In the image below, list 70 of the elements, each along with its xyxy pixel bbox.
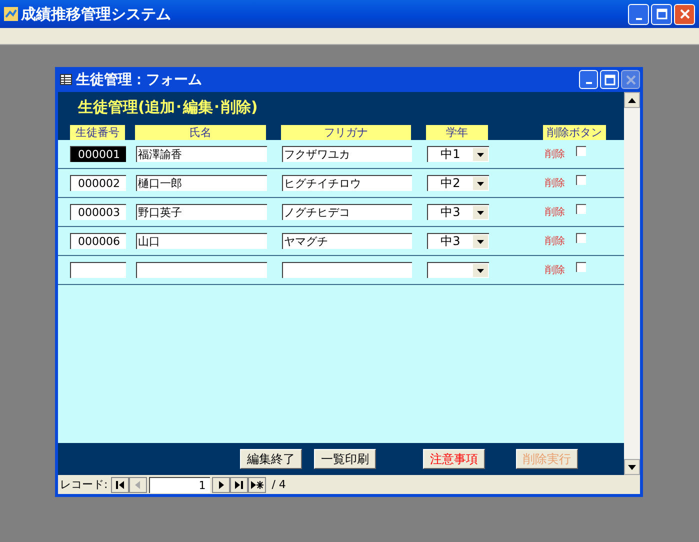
arrow-icon xyxy=(250,480,264,490)
column-header: 学年 xyxy=(426,125,488,140)
grade-dropdown[interactable]: 中1 xyxy=(427,146,489,162)
grade-dropdown[interactable]: 中3 xyxy=(427,204,489,220)
close-icon xyxy=(678,8,690,20)
form-heading: 生徒管理(追加･編集･削除) xyxy=(76,98,259,118)
last-record-button[interactable] xyxy=(230,476,248,492)
delete-label: 削除 xyxy=(545,206,565,219)
column-header: フリガナ xyxy=(281,125,411,140)
down-arrow-icon xyxy=(628,464,636,470)
minimize-icon xyxy=(586,82,592,84)
name-field[interactable]: 山口 xyxy=(136,233,267,249)
id-field[interactable]: 000006 xyxy=(70,233,126,249)
delete-checkbox[interactable] xyxy=(576,204,586,214)
caret-icon xyxy=(477,152,484,156)
scroll-down-button[interactable] xyxy=(624,459,640,475)
delete-label: 削除 xyxy=(545,176,565,190)
grade-dropdown[interactable]: 中2 xyxy=(427,175,489,191)
column-header: 氏名 xyxy=(135,125,266,140)
minimize-button[interactable] xyxy=(628,4,649,24)
maximize-button[interactable] xyxy=(651,4,672,24)
caret-icon xyxy=(477,240,484,244)
record-number-field[interactable]: 1 xyxy=(148,476,210,492)
id-field[interactable]: 000002 xyxy=(70,175,126,191)
maximize-icon xyxy=(656,8,668,20)
scroll-up-button[interactable] xyxy=(624,92,640,108)
caret-icon xyxy=(477,210,484,214)
name-field[interactable] xyxy=(136,262,267,278)
new-record-button[interactable] xyxy=(248,476,266,492)
column-header: 生徒番号 xyxy=(70,125,125,140)
grade-dropdown[interactable] xyxy=(427,262,489,278)
maximize-icon xyxy=(604,74,616,86)
caret-icon xyxy=(477,182,484,186)
caret-icon xyxy=(477,268,484,272)
form-icon xyxy=(60,74,72,85)
form-button[interactable]: 一覧印刷 xyxy=(314,449,376,469)
id-field[interactable]: 000003 xyxy=(70,204,126,220)
id-field[interactable]: 000001 xyxy=(70,146,126,162)
window-title: 生徒管理：フォーム xyxy=(76,70,202,88)
column-header: 削除ボタン xyxy=(543,125,606,140)
name-field[interactable]: 野口英子 xyxy=(136,204,267,220)
kana-field[interactable]: フクザワユカ xyxy=(282,146,412,162)
delete-checkbox[interactable] xyxy=(576,233,586,243)
grade-dropdown[interactable]: 中3 xyxy=(427,233,489,249)
record-label: レコード: xyxy=(60,477,108,492)
next-record-button[interactable] xyxy=(212,476,230,492)
kana-field[interactable] xyxy=(282,262,412,278)
delete-label: 削除 xyxy=(545,148,565,161)
name-field[interactable]: 福澤諭香 xyxy=(136,146,267,162)
delete-checkbox[interactable] xyxy=(576,175,586,185)
first-record-button[interactable] xyxy=(110,476,129,492)
app-icon xyxy=(4,7,18,21)
delete-label: 削除 xyxy=(545,264,565,277)
kana-field[interactable]: ヒグチイチロウ xyxy=(282,175,412,191)
form-button[interactable]: 編集終了 xyxy=(240,449,302,469)
minimize-icon xyxy=(636,18,642,20)
maximize-button[interactable] xyxy=(600,70,619,89)
delete-checkbox[interactable] xyxy=(576,262,586,272)
kana-field[interactable]: ヤマグチ xyxy=(282,233,412,249)
id-field[interactable] xyxy=(70,262,126,278)
delete-label: 削除 xyxy=(545,234,565,248)
kana-field[interactable]: ノグチヒデコ xyxy=(282,204,412,220)
minimize-button[interactable] xyxy=(579,70,598,89)
window-title: 成績推移管理システム xyxy=(21,4,171,24)
delete-checkbox[interactable] xyxy=(576,146,586,156)
scrollbar[interactable] xyxy=(624,92,640,475)
up-arrow-icon xyxy=(628,98,636,102)
name-field[interactable]: 樋口一郎 xyxy=(136,175,267,191)
record-count: / 4 xyxy=(272,478,286,491)
close-icon xyxy=(624,74,636,86)
